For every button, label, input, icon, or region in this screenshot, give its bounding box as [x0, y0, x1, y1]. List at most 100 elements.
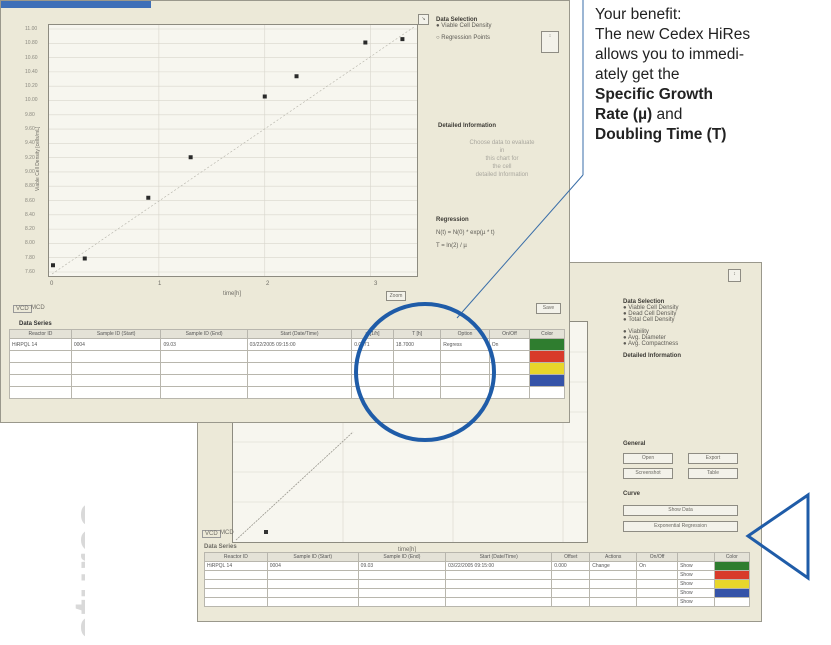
table-row[interactable]: HiRPQL 14 0004 09.03 03/22/2005 09:15:00… [204, 561, 751, 571]
y-tick-label: 11.00 [25, 26, 38, 32]
back-tab-vcd[interactable]: VCD [202, 530, 221, 538]
front-chart-svg [49, 25, 417, 276]
table-row[interactable] [9, 362, 565, 375]
chart-corner-button[interactable]: ↘ [418, 14, 429, 25]
table-cell[interactable]: 0004 [70, 338, 162, 351]
table-cell[interactable]: On [636, 561, 679, 571]
color-swatch[interactable] [529, 386, 565, 399]
table-row[interactable]: Show [204, 597, 751, 607]
table-cell[interactable]: 0004 [266, 561, 359, 571]
table-header[interactable]: T [h] [392, 329, 442, 339]
data-point [400, 37, 405, 42]
table-row[interactable]: Show [204, 579, 751, 589]
export-button[interactable]: Export [688, 453, 738, 464]
table-row[interactable] [9, 386, 565, 399]
x-tick-3: 3 [374, 281, 378, 287]
x-tick-0: 0 [50, 281, 54, 287]
table-header[interactable]: Sample ID (Start) [70, 329, 162, 339]
show-button[interactable]: Show [677, 597, 715, 607]
regression-title: Regression [436, 217, 469, 223]
regression-line [51, 26, 415, 275]
table-header[interactable]: µ [1/h] [351, 329, 394, 339]
show-button[interactable]: Show [677, 570, 715, 580]
y-tick-label: 10.20 [25, 83, 38, 90]
table-header[interactable]: Sample ID (End) [160, 329, 248, 339]
table-header[interactable]: Start (Date/Time) [246, 329, 353, 339]
table-header[interactable]: Option [440, 329, 490, 339]
data-point [363, 40, 368, 45]
table-header[interactable] [677, 552, 715, 562]
table-cell[interactable]: 0.0371 [351, 338, 394, 351]
color-swatch[interactable] [529, 350, 565, 363]
color-swatch[interactable] [529, 338, 565, 351]
save-button[interactable]: Save [536, 303, 561, 314]
color-swatch[interactable] [529, 362, 565, 375]
table-row[interactable]: Show [204, 588, 751, 598]
show-button[interactable]: Show [677, 588, 715, 598]
side-word: atures [64, 501, 85, 640]
table-header[interactable]: Actions [589, 552, 638, 562]
zoom-button[interactable]: Zoom [386, 291, 406, 301]
regression-formula: N(t) = N(0) * exp(µ * t) [436, 230, 495, 236]
table-cell[interactable]: 0.000 [551, 561, 591, 571]
table-header[interactable]: Color [529, 329, 565, 339]
table-header[interactable]: Sample ID (Start) [266, 552, 359, 562]
table-row[interactable] [9, 350, 565, 363]
selection-toggle-button[interactable]: ↕ [541, 31, 559, 53]
back-tab-mcd[interactable]: MCD [220, 530, 234, 536]
back-regression-line [235, 431, 354, 541]
back-data-point [264, 530, 268, 534]
y-tick-label: 10.00 [25, 97, 38, 104]
color-swatch[interactable] [713, 579, 751, 589]
table-cell[interactable]: 03/22/2005 09:15:00 [246, 338, 353, 351]
back-small-button-1[interactable]: ↕ [728, 269, 741, 282]
table-header[interactable]: On/Off [488, 329, 531, 339]
table-row[interactable]: Show [204, 570, 751, 580]
table-header[interactable]: Offset [551, 552, 591, 562]
table-cell[interactable]: HiRPQL 14 [204, 561, 268, 571]
table-header[interactable]: Start (Date/Time) [445, 552, 553, 562]
tab-mcd[interactable]: MCD [31, 305, 45, 311]
benefit-bold: Doubling Time (T) [595, 126, 727, 143]
table-header[interactable]: Reactor ID [9, 329, 72, 339]
side-features-text: atures [15, 470, 85, 640]
tab-vcd[interactable]: VCD [13, 305, 32, 313]
table-row[interactable]: HiRPQL 14 0004 09.03 03/22/2005 09:15:00… [9, 338, 565, 351]
table-header[interactable]: Sample ID (End) [357, 552, 447, 562]
table-header[interactable]: On/Off [636, 552, 679, 562]
table-cell[interactable]: 03/22/2005 09:15:00 [445, 561, 553, 571]
table-cell[interactable]: On [488, 338, 531, 351]
data-point [82, 256, 87, 261]
y-tick-label: 8.60 [25, 197, 35, 204]
data-point [51, 263, 55, 268]
back-general-panel: General [623, 441, 753, 447]
table-cell[interactable]: 09.03 [357, 561, 447, 571]
y-tick-label: 9.00 [25, 168, 35, 175]
table-header[interactable]: Reactor ID [204, 552, 268, 562]
data-point [146, 195, 151, 200]
exponential-regression-button[interactable]: Exponential Regression [623, 521, 738, 532]
detailed-info-panel: Detailed Information Choose data to eval… [438, 123, 566, 179]
color-swatch[interactable] [529, 374, 565, 387]
data-point [188, 155, 193, 160]
open-button[interactable]: Open [623, 453, 673, 464]
screenshot-button[interactable]: Screenshot [623, 468, 673, 479]
table-cell[interactable]: Regress [440, 338, 490, 351]
color-swatch[interactable] [713, 588, 751, 598]
color-swatch[interactable] [713, 561, 751, 571]
table-cell[interactable]: HiRPQL 14 [9, 338, 72, 351]
show-button[interactable]: Show [677, 579, 715, 589]
back-curve-panel: Curve [623, 491, 753, 497]
table-cell[interactable]: 09.03 [160, 338, 248, 351]
table-cell[interactable]: 18.7000 [392, 338, 442, 351]
table-cell[interactable]: Change [589, 561, 638, 571]
y-tick-label: 9.20 [25, 154, 35, 161]
x-tick-1: 1 [158, 281, 162, 287]
table-cell[interactable]: Show [677, 561, 715, 571]
show-data-button[interactable]: Show Data [623, 505, 738, 516]
color-swatch[interactable] [713, 597, 751, 607]
table-header[interactable]: Color [713, 552, 751, 562]
color-swatch[interactable] [713, 570, 751, 580]
table-button[interactable]: Table [688, 468, 738, 479]
table-row[interactable] [9, 374, 565, 387]
